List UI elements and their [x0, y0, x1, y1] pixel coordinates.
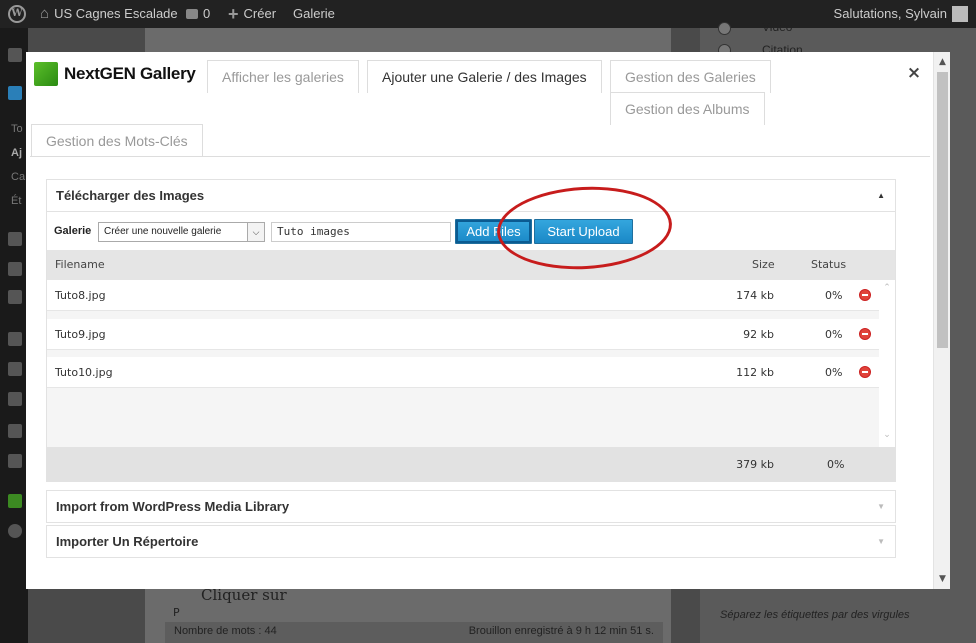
table-row: Tuto9.jpg 92 kb 0% [47, 319, 879, 350]
draft-saved-text: Brouillon enregistré à 9 h 12 min 51 s. [468, 625, 654, 637]
file-table-footer: 379 kb 0% [47, 447, 895, 481]
import-folder-header: Importer Un Répertoire ▼ [47, 526, 895, 558]
import-folder-title: Importer Un Répertoire [56, 534, 199, 549]
user-account-link[interactable]: Salutations, Sylvain [834, 0, 968, 28]
chevron-down-icon: ⌵ [247, 223, 264, 241]
appearance-icon [8, 332, 22, 346]
editor-path: P [173, 606, 180, 619]
gallery-row: Galerie Créer une nouvelle galerie ⌵ Tut… [47, 212, 897, 250]
dashboard-icon [8, 48, 22, 62]
comment-bubble-icon [186, 9, 198, 19]
file-size: 112 kb [736, 366, 774, 379]
import-media-title: Import from WordPress Media Library [56, 499, 290, 514]
avatar [952, 6, 968, 22]
file-table-header: Filename Size Status [47, 250, 895, 280]
table-row: Tuto10.jpg 112 kb 0% [47, 357, 879, 388]
gallery-label: Galerie [54, 225, 92, 237]
scroll-down-icon: ⌄ [883, 430, 891, 440]
tab-manage-albums[interactable]: Gestion des Albums [610, 92, 765, 125]
file-name: Tuto9.jpg [55, 328, 106, 341]
pin-icon [8, 86, 22, 100]
column-filename: Filename [55, 258, 105, 271]
new-label: Créer [243, 6, 277, 21]
sidebar-letter: Ét [11, 195, 22, 207]
column-status: Status [811, 258, 847, 271]
total-size: 379 kb [736, 458, 774, 471]
nextgen-modal: NextGEN Gallery Afficher les galeries Aj… [26, 52, 950, 589]
greeting: Salutations, Sylvain [833, 6, 947, 21]
gallery-select[interactable]: Créer une nouvelle galerie ⌵ [98, 222, 265, 242]
plus-icon: + [228, 4, 239, 24]
media-icon [8, 232, 22, 246]
upload-panel-header[interactable]: Télécharger des Images ▲ [47, 180, 895, 212]
tab-divider [30, 156, 930, 157]
file-status: 0% [825, 366, 843, 379]
remove-file-icon[interactable] [859, 366, 871, 378]
import-media-panel[interactable]: Import from WordPress Media Library ▼ [46, 490, 896, 523]
site-name: US Cagnes Escalade [54, 6, 178, 21]
file-name: Tuto8.jpg [55, 289, 106, 302]
modal-scrollbar[interactable]: ▲ ▼ [933, 52, 950, 589]
column-size: Size [752, 258, 775, 271]
nextgen-logo: NextGEN Gallery [34, 62, 196, 86]
word-count: Nombre de mots : 44 [174, 625, 277, 637]
tab-display-galleries[interactable]: Afficher les galeries [207, 60, 359, 93]
scroll-up-icon: ⌃ [883, 283, 891, 293]
home-icon: ⌂ [40, 5, 50, 22]
tags-hint: Séparez les étiquettes par des virgules [720, 609, 910, 621]
wordpress-logo-icon[interactable]: W [8, 0, 26, 28]
scroll-up-icon: ▲ [939, 57, 946, 67]
close-button[interactable]: × [906, 64, 922, 82]
import-media-header: Import from WordPress Media Library ▼ [47, 491, 895, 523]
logo-text: NextGEN Gallery [64, 64, 196, 83]
site-name-link[interactable]: ⌂ US Cagnes Escalade [40, 0, 178, 28]
table-row: Tuto8.jpg 174 kb 0% [47, 280, 879, 311]
collapse-icon [8, 524, 22, 538]
gallery-select-value: Créer une nouvelle galerie [104, 226, 222, 237]
sidebar-letter: Aj [11, 147, 22, 159]
tab-manage-galleries[interactable]: Gestion des Galeries [610, 60, 771, 93]
plugins-icon [8, 362, 22, 376]
tab-add-gallery[interactable]: Ajouter une Galerie / des Images [367, 60, 602, 93]
admin-bar: W ⌂ US Cagnes Escalade 0 + Créer Galerie… [0, 0, 976, 28]
nextgen-icon [8, 494, 22, 508]
admin-sidebar: To Aj Ca Ét [0, 28, 28, 643]
import-folder-panel[interactable]: Importer Un Répertoire ▼ [46, 525, 896, 558]
comments-link[interactable]: 0 [186, 0, 210, 28]
tab-manage-tags[interactable]: Gestion des Mots-Clés [31, 124, 203, 157]
file-status: 0% [825, 289, 843, 302]
settings-icon [8, 454, 22, 468]
caret-down-icon: ▼ [877, 502, 885, 511]
file-size: 174 kb [736, 289, 774, 302]
pages-icon [8, 262, 22, 276]
upload-images-panel: Télécharger des Images ▲ Galerie Créer u… [46, 179, 896, 482]
gallery-link[interactable]: Galerie [293, 0, 335, 28]
scrollbar-thumb[interactable] [937, 72, 948, 348]
users-icon [8, 392, 22, 406]
nextgen-logo-icon [34, 62, 58, 86]
file-list-scrollbar[interactable]: ⌃ ⌄ [879, 280, 895, 447]
tools-icon [8, 424, 22, 438]
format-radio [718, 22, 731, 35]
caret-up-icon: ▲ [877, 191, 885, 200]
comments-count: 0 [203, 6, 211, 21]
file-size: 92 kb [743, 328, 774, 341]
editor-status-bar: Nombre de mots : 44 Brouillon enregistré… [165, 622, 663, 643]
remove-file-icon[interactable] [859, 289, 871, 301]
file-status: 0% [825, 328, 843, 341]
total-status: 0% [827, 458, 845, 471]
scroll-down-icon: ▼ [939, 574, 946, 584]
file-list: Tuto8.jpg 174 kb 0% Tuto9.jpg 92 kb 0% T… [47, 280, 879, 447]
gallery-name-input[interactable]: Tuto images [271, 222, 451, 242]
format-label: Vidéo [762, 20, 793, 34]
upload-panel-title: Télécharger des Images [56, 188, 205, 203]
sidebar-letter: Ca [11, 171, 26, 183]
file-name: Tuto10.jpg [55, 366, 113, 379]
sidebar-letter: To [11, 123, 23, 135]
new-content-link[interactable]: + Créer [228, 0, 276, 28]
comments-icon [8, 290, 22, 304]
remove-file-icon[interactable] [859, 328, 871, 340]
gallery-label: Galerie [293, 6, 335, 21]
caret-down-icon: ▼ [877, 537, 885, 546]
